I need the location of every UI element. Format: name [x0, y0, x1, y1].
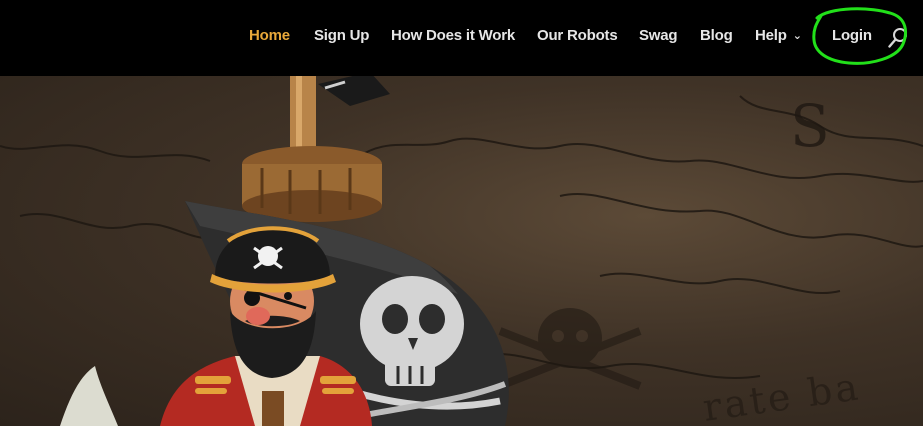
search-icon[interactable]: [888, 27, 908, 49]
map-compass-letter: S: [790, 92, 830, 160]
page: Home Sign Up How Does it Work Our Robots…: [0, 0, 923, 426]
parrot-wing: [60, 366, 118, 426]
chevron-down-icon: ⌄: [792, 30, 802, 42]
map-skull-icon: [498, 308, 642, 390]
ship-mast: [242, 76, 390, 222]
nav-home[interactable]: Home: [249, 27, 290, 44]
nav-swag[interactable]: Swag: [639, 27, 678, 44]
nav-help[interactable]: Help ⌄: [755, 27, 802, 44]
nav-blog[interactable]: Blog: [700, 27, 733, 44]
nav-our-robots[interactable]: Our Robots: [537, 27, 618, 44]
pirate-map-illustration: S rate ba: [0, 76, 923, 426]
nav-help-label: Help: [755, 27, 787, 44]
top-navigation-bar: Home Sign Up How Does it Work Our Robots…: [0, 0, 923, 76]
nav-login[interactable]: Login: [832, 27, 872, 44]
main-menu: Home Sign Up How Does it Work Our Robots…: [0, 0, 923, 76]
hero-banner: S rate ba: [0, 76, 923, 426]
nav-how-does-it-work[interactable]: How Does it Work: [391, 27, 515, 44]
map-script-text: rate ba: [700, 364, 863, 426]
nav-sign-up[interactable]: Sign Up: [314, 27, 369, 44]
